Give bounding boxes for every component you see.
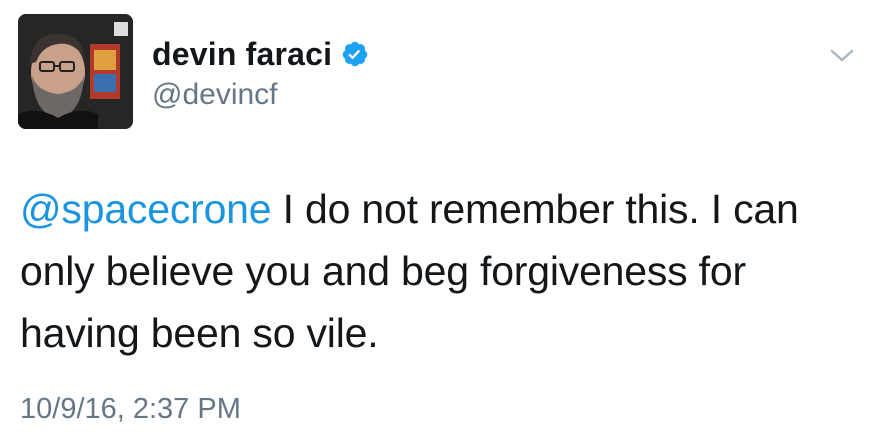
- mention-link[interactable]: @spacecrone: [20, 186, 272, 232]
- tweet-card: devin faraci @devincf @spacecrone I do n…: [0, 0, 880, 448]
- tweet-timestamp[interactable]: 10/9/16, 2:37 PM: [20, 393, 241, 426]
- user-name-row: devin faraci: [152, 34, 369, 74]
- tweet-menu-button[interactable]: [822, 44, 862, 72]
- avatar[interactable]: [18, 14, 133, 129]
- tweet-text: @spacecrone I do not remember this. I ca…: [20, 178, 860, 364]
- display-name[interactable]: devin faraci: [152, 36, 332, 73]
- verified-badge-icon: [341, 40, 369, 68]
- avatar-photo: [18, 14, 133, 129]
- chevron-down-icon: [829, 48, 855, 69]
- user-handle[interactable]: @devincf: [152, 78, 278, 112]
